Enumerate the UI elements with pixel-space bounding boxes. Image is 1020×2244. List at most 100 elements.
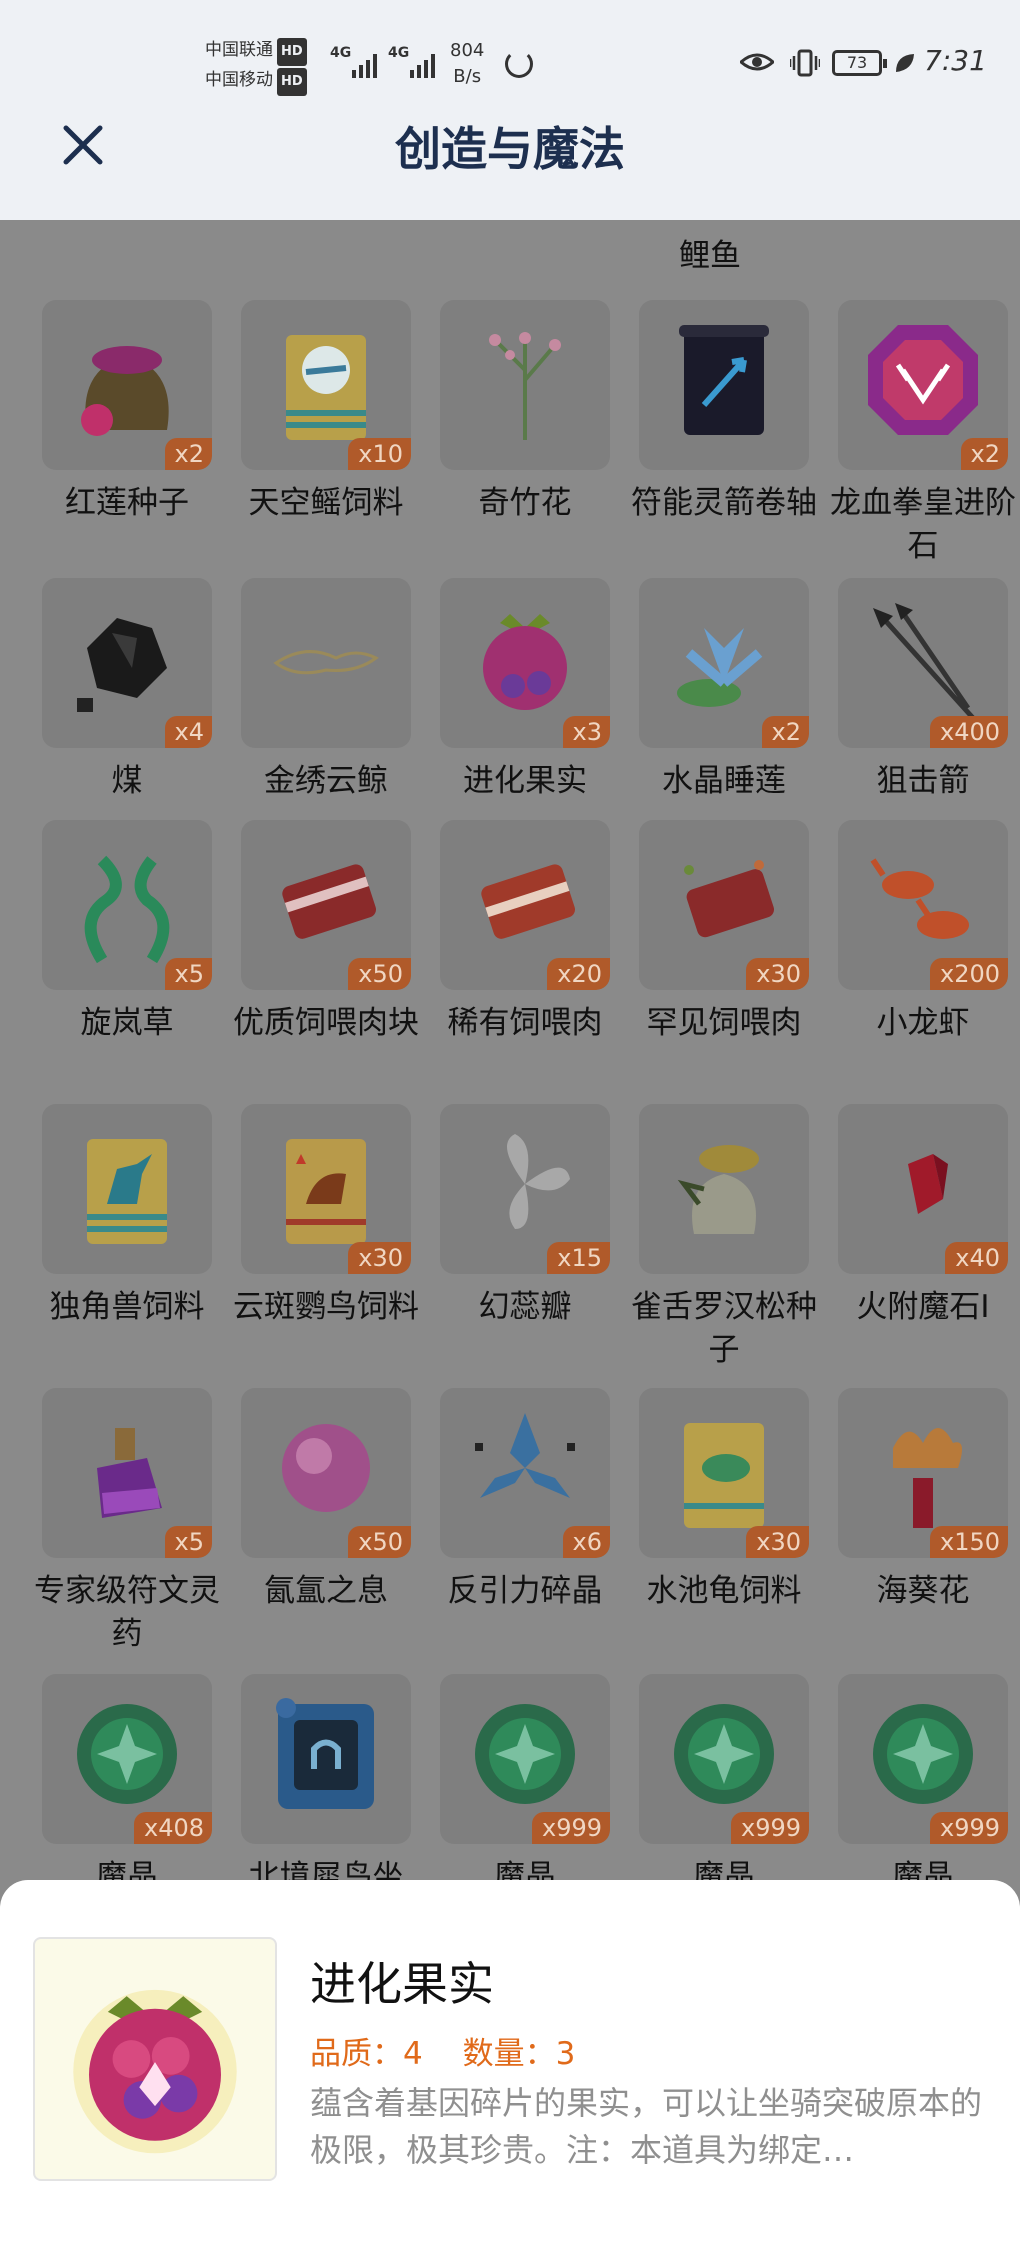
crayfish-icon <box>870 858 969 939</box>
item-tile[interactable]: x10 <box>241 300 411 470</box>
item-count-badge: x6 <box>562 1526 610 1558</box>
item-tile[interactable]: x5 <box>42 1388 212 1558</box>
item-count-badge: x2 <box>960 438 1008 470</box>
item-tile[interactable]: x50 <box>241 820 411 990</box>
item-count-badge: x5 <box>164 958 212 990</box>
magic-crystal-icon <box>77 1704 177 1804</box>
magic-crystal-icon <box>674 1704 774 1804</box>
sky-ray-feed-bag-icon <box>286 335 366 440</box>
item-count-badge: x3 <box>562 716 610 748</box>
network-type-1: 4G <box>330 45 352 61</box>
item-tile[interactable]: x408 <box>42 1674 212 1844</box>
item-tile[interactable]: x5 <box>42 820 212 990</box>
item-count-badge: x15 <box>547 1242 610 1274</box>
item-name: 魔晶 <box>494 1859 556 1880</box>
vibrate-icon <box>790 49 820 77</box>
item-name: 狙击箭 <box>876 763 970 799</box>
antigravity-crystal-icon <box>475 1413 575 1498</box>
item-tile[interactable]: x200 <box>838 820 1008 990</box>
hornbill-mount-card-icon <box>276 1698 374 1809</box>
item-tile[interactable]: x150 <box>838 1388 1008 1558</box>
mist-orb-icon <box>282 1424 370 1512</box>
item-tile[interactable]: x2 <box>42 300 212 470</box>
item-count-badge: x10 <box>348 438 411 470</box>
hd-badge: HD <box>277 68 307 96</box>
item-tile[interactable]: x15 <box>440 1104 610 1274</box>
item-count-badge: x20 <box>547 958 610 990</box>
item-name: 天空鳐饲料 <box>248 485 404 521</box>
carrier-1: 中国联通 <box>205 40 273 60</box>
leaf-icon <box>896 54 914 72</box>
item-tile[interactable]: x40 <box>838 1104 1008 1274</box>
magic-crystal-icon <box>475 1704 575 1804</box>
item-tile[interactable]: x3 <box>440 578 610 748</box>
item-tile[interactable]: x20 <box>440 820 610 990</box>
item-tile[interactable] <box>241 1674 411 1844</box>
item-name: 北境犀鸟坐 <box>248 1859 404 1880</box>
signal-bars-icon <box>410 48 435 78</box>
evolution-fruit-icon <box>483 614 567 710</box>
item-name: 煤 <box>111 763 143 799</box>
detail-quality: 品质：4 <box>310 2036 423 2072</box>
evolution-fruit-icon <box>73 1989 237 2154</box>
item-tile[interactable]: x30 <box>639 1388 809 1558</box>
item-count-badge: x999 <box>531 1812 610 1844</box>
item-count-badge: x2 <box>164 438 212 470</box>
pine-seed-bag-icon <box>677 1145 759 1234</box>
item-name: 反引力碎晶 <box>447 1573 603 1609</box>
unicorn-feed-bag-icon <box>87 1139 167 1244</box>
item-tile[interactable]: x6 <box>440 1388 610 1558</box>
item-name: 优质饲喂肉块 <box>233 1005 419 1041</box>
item-tile[interactable]: x999 <box>639 1674 809 1844</box>
item-name: 雀舌罗汉松种子 <box>631 1289 817 1368</box>
turtle-feed-bag-icon <box>684 1423 764 1528</box>
item-tile[interactable]: x999 <box>838 1674 1008 1844</box>
uncommon-meat-icon <box>684 860 774 938</box>
red-lotus-seed-bag-icon <box>81 346 169 436</box>
item-tile[interactable]: x999 <box>440 1674 610 1844</box>
whirl-grass-icon <box>84 855 170 964</box>
status-bar: 中国联通 HD 中国移动 HD 4G 4G 804 B/s 73 7:31 <box>0 0 1020 110</box>
item-name: 符能灵箭卷轴 <box>631 485 817 521</box>
item-name: 罕见饲喂肉 <box>646 1005 802 1041</box>
item-count-badge: x50 <box>348 1526 411 1558</box>
item-count-badge: x5 <box>164 1526 212 1558</box>
item-tile[interactable] <box>440 300 610 470</box>
item-name: 小龙虾 <box>876 1005 970 1041</box>
speed-value: 804 <box>450 40 485 61</box>
item-name: 水池龟饲料 <box>646 1573 802 1609</box>
item-name: 幻蕊瓣 <box>478 1289 572 1325</box>
coal-icon <box>77 618 167 712</box>
phantom-petal-icon <box>507 1134 570 1229</box>
partial-item-label: 鲤鱼 <box>679 238 741 274</box>
item-name: 氤氲之息 <box>264 1573 388 1609</box>
item-count-badge: x30 <box>348 1242 411 1274</box>
bamboo-flower-icon <box>489 332 561 440</box>
gold-cloud-whale-icon <box>273 650 379 675</box>
item-count-badge: x40 <box>945 1242 1008 1274</box>
item-name: 魔晶 <box>892 1859 954 1880</box>
item-tile[interactable]: x2 <box>639 578 809 748</box>
item-tile[interactable]: x50 <box>241 1388 411 1558</box>
item-count-badge: x4 <box>164 716 212 748</box>
item-tile[interactable]: x4 <box>42 578 212 748</box>
network-type-2: 4G <box>388 45 410 61</box>
item-tile[interactable]: x400 <box>838 578 1008 748</box>
item-tile[interactable]: x30 <box>241 1104 411 1274</box>
signal-bars-icon <box>352 48 377 78</box>
loading-icon <box>505 50 533 78</box>
rune-potion-icon <box>97 1428 162 1518</box>
item-count-badge: x50 <box>348 958 411 990</box>
carrier-2: 中国移动 <box>205 70 273 90</box>
item-tile[interactable] <box>639 300 809 470</box>
item-tile[interactable] <box>639 1104 809 1274</box>
item-tile[interactable]: x30 <box>639 820 809 990</box>
item-name: 专家级符文灵药 <box>34 1573 220 1652</box>
item-tile[interactable] <box>241 578 411 748</box>
detail-quantity: 数量：3 <box>462 2036 576 2072</box>
item-name: 金绣云鲸 <box>264 763 388 799</box>
item-tile[interactable] <box>42 1104 212 1274</box>
eye-icon <box>740 53 774 71</box>
item-tile[interactable]: x2 <box>838 300 1008 470</box>
item-name: 火附魔石I <box>856 1289 990 1325</box>
